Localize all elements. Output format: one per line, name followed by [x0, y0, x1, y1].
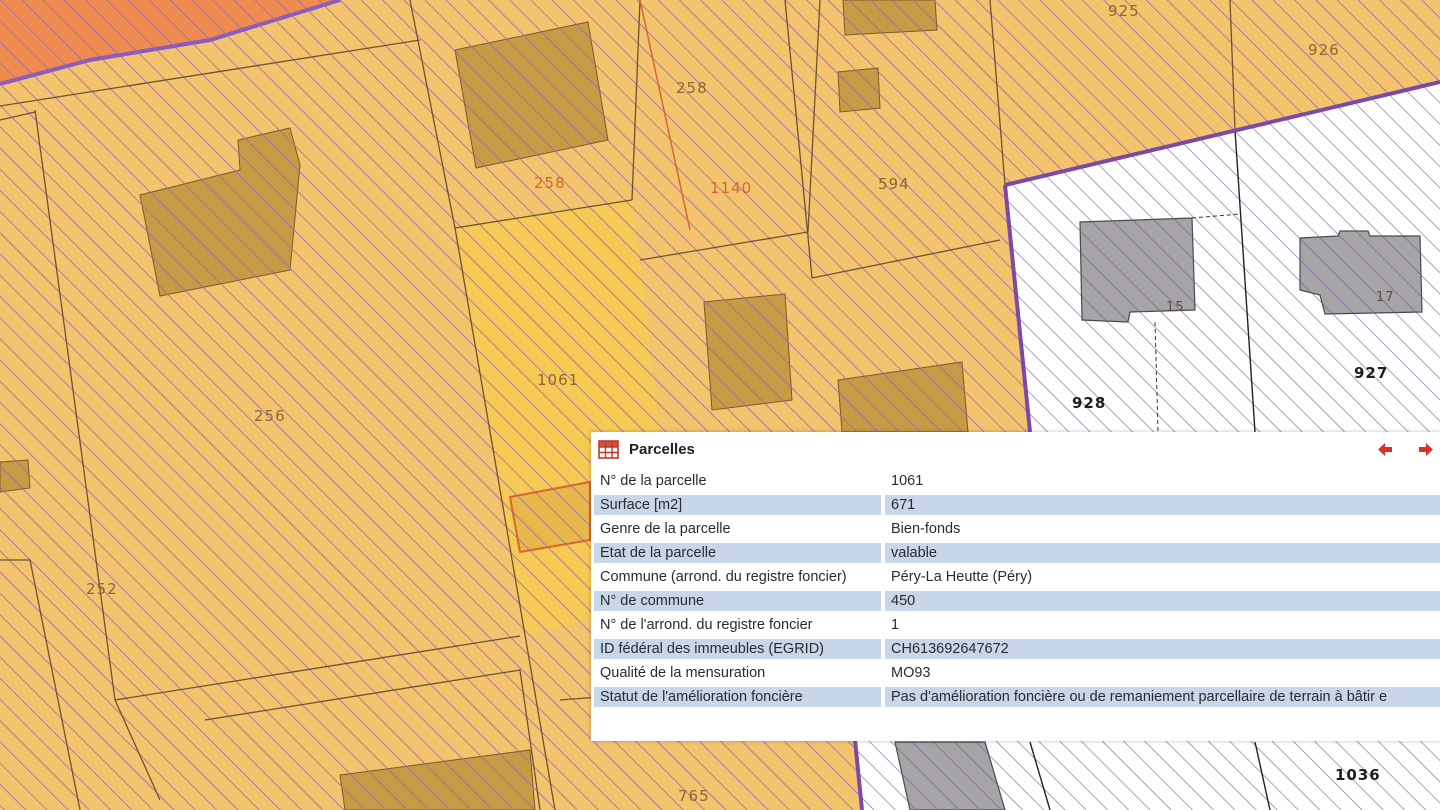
parcel-label: 1061 [537, 371, 580, 389]
attribute-label: Etat de la parcelle [594, 543, 881, 563]
table-row: N° de commune 450 [594, 589, 1440, 613]
parcel-label: 925 [1108, 2, 1140, 20]
parcel-label: 927 [1354, 364, 1389, 382]
attribute-label: ID fédéral des immeubles (EGRID) [594, 639, 881, 659]
arrow-right-icon[interactable] [1417, 441, 1434, 458]
attribute-value: Pas d'amélioration foncière ou de remani… [885, 687, 1440, 707]
table-row: N° de l'arrond. du registre foncier 1 [594, 613, 1440, 637]
parcel-label: 926 [1308, 41, 1340, 59]
attribute-value: 671 [885, 495, 1440, 515]
attribute-value: 1061 [891, 473, 924, 489]
grid-table-icon [598, 439, 619, 459]
table-row: Commune (arrond. du registre foncier) Pér… [594, 565, 1440, 589]
table-row: Statut de l'amélioration foncière Pas d'a… [594, 685, 1440, 709]
table-row: Surface [m2] 671 [594, 493, 1440, 517]
attribute-label: N° de la parcelle [600, 473, 707, 489]
house-number: 15 [1166, 300, 1185, 315]
parcel-label: 256 [254, 407, 286, 425]
attribute-value: Péry-La Heutte (Péry) [891, 569, 1033, 585]
parcel-label: 594 [878, 175, 910, 193]
attribute-label: Qualité de la mensuration [600, 665, 766, 681]
parcel-label: 258 [534, 174, 566, 192]
parcel-label: 252 [86, 580, 118, 598]
table-row: Genre de la parcelle Bien-fonds [594, 517, 1440, 541]
parcel-label: 1036 [1335, 766, 1381, 784]
attribute-value: 450 [885, 591, 1440, 611]
parcel-label: 928 [1072, 394, 1107, 412]
arrow-left-icon[interactable] [1377, 441, 1394, 458]
panel-header: Parcelles [591, 432, 1440, 466]
table-row: N° de la parcelle 1061 [594, 469, 1440, 493]
attribute-label: Surface [m2] [594, 495, 881, 515]
attribute-label: N° de l'arrond. du registre foncier [600, 617, 813, 633]
attribute-value: MO93 [891, 665, 931, 681]
table-row: ID fédéral des immeubles (EGRID) CH613692… [594, 637, 1440, 661]
parcel-label: 258 [676, 79, 708, 97]
attribute-table: N° de la parcelle 1061 Surface [m2] 671 Ge… [594, 469, 1440, 709]
attribute-label: N° de commune [594, 591, 881, 611]
attribute-label: Statut de l'amélioration foncière [594, 687, 881, 707]
parcel-label: 1140 [710, 179, 753, 197]
parcel-info-panel: Parcelles N° de la parcelle 1061 Surface … [591, 432, 1440, 741]
table-row: Etat de la parcelle valable [594, 541, 1440, 565]
table-row: Qualité de la mensuration MO93 [594, 661, 1440, 685]
attribute-label: Genre de la parcelle [600, 521, 731, 537]
attribute-value: valable [885, 543, 1440, 563]
attribute-value: Bien-fonds [891, 521, 961, 537]
house-number: 17 [1376, 290, 1395, 305]
attribute-label: Commune (arrond. du registre foncier) [600, 569, 847, 585]
attribute-value: CH613692647672 [885, 639, 1440, 659]
parcel-label: 765 [678, 787, 710, 805]
attribute-value: 1 [891, 617, 900, 633]
panel-title: Parcelles [629, 440, 695, 458]
